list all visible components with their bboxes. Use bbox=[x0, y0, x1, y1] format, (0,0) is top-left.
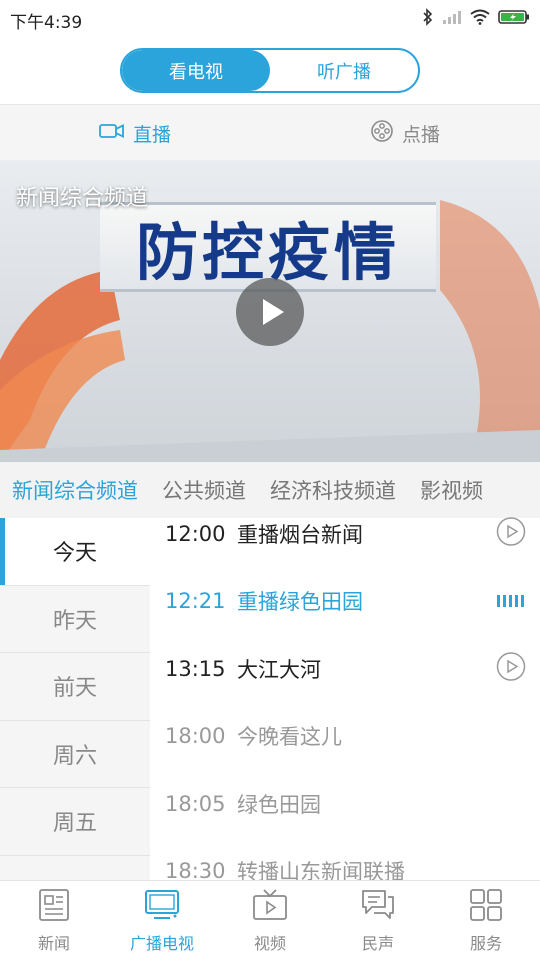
grid-icon bbox=[469, 888, 503, 926]
day-item-today[interactable]: 今天 bbox=[0, 518, 150, 586]
nav-broadcast-tv[interactable]: 广播电视 bbox=[108, 881, 216, 960]
replay-play-icon[interactable] bbox=[496, 651, 526, 686]
battery-icon bbox=[498, 9, 530, 25]
nav-video[interactable]: 视频 bbox=[216, 881, 324, 960]
program-list: 12:00 重播烟台新闻 12:21 重播绿色田园 13:15 大江大河 18:… bbox=[150, 500, 540, 880]
program-name: 今晚看这儿 bbox=[237, 725, 342, 750]
program-name: 重播绿色田园 bbox=[237, 590, 363, 615]
program-name: 绿色田园 bbox=[237, 792, 321, 817]
film-reel-icon bbox=[370, 119, 394, 148]
program-row-current[interactable]: 12:21 重播绿色田园 bbox=[150, 568, 540, 636]
program-time: 18:05 bbox=[165, 791, 226, 816]
tab-vod[interactable]: 点播 bbox=[270, 105, 540, 162]
tv-icon bbox=[144, 888, 180, 926]
program-name: 大江大河 bbox=[237, 657, 321, 682]
program-time: 18:30 bbox=[165, 859, 226, 880]
tab-live-label: 直播 bbox=[132, 124, 171, 146]
status-icons bbox=[422, 8, 530, 26]
video-icon bbox=[252, 888, 288, 926]
nav-services-label: 服务 bbox=[469, 933, 502, 953]
nav-broadcast-tv-label: 广播电视 bbox=[129, 933, 194, 953]
program-time: 12:21 bbox=[165, 589, 226, 614]
program-row[interactable]: 13:15 大江大河 bbox=[150, 635, 540, 703]
nav-public-voice[interactable]: 民声 bbox=[324, 881, 432, 960]
tab-live[interactable]: 直播 bbox=[0, 105, 270, 162]
tab-vod-label: 点播 bbox=[401, 124, 440, 146]
newspaper-icon bbox=[37, 888, 71, 926]
nav-services[interactable]: 服务 bbox=[432, 881, 540, 960]
play-icon bbox=[263, 299, 284, 325]
nav-video-label: 视频 bbox=[253, 933, 286, 953]
nav-public-voice-label: 民声 bbox=[361, 933, 394, 953]
day-item-yesterday[interactable]: 昨天 bbox=[0, 586, 150, 653]
wifi-icon bbox=[470, 9, 490, 25]
listen-radio-button[interactable]: 听广播 bbox=[270, 50, 418, 91]
bottom-nav: 新闻 广播电视 视频 民声 服务 bbox=[0, 880, 540, 960]
day-item-saturday[interactable]: 周六 bbox=[0, 721, 150, 788]
video-channel-title: 新闻综合频道 bbox=[16, 186, 149, 211]
program-row: 18:30 转播山东新闻联播 bbox=[150, 838, 540, 880]
program-row: 18:00 今晚看这儿 bbox=[150, 703, 540, 771]
program-name: 转播山东新闻联播 bbox=[237, 860, 405, 880]
chat-icon bbox=[360, 888, 396, 926]
day-item-friday[interactable]: 周五 bbox=[0, 788, 150, 856]
watch-tv-button[interactable]: 看电视 bbox=[122, 50, 270, 91]
signal-icon bbox=[442, 9, 462, 25]
program-time: 12:00 bbox=[165, 521, 226, 546]
mode-tabs: 直播 点播 bbox=[0, 104, 540, 162]
now-playing-icon bbox=[496, 589, 526, 613]
day-item-day-before[interactable]: 前天 bbox=[0, 653, 150, 721]
bluetooth-icon bbox=[422, 8, 434, 26]
program-time: 18:00 bbox=[165, 724, 226, 749]
program-time: 13:15 bbox=[165, 656, 226, 681]
day-list: 今天 昨天 前天 周六 周五 bbox=[0, 518, 150, 880]
tv-radio-switch: 看电视 听广播 bbox=[120, 48, 420, 93]
program-name: 重播烟台新闻 bbox=[237, 522, 363, 547]
program-row[interactable]: 12:00 重播烟台新闻 bbox=[150, 500, 540, 568]
nav-news-label: 新闻 bbox=[37, 933, 70, 953]
replay-play-icon[interactable] bbox=[496, 516, 526, 551]
status-bar: 下午4:39 bbox=[0, 0, 540, 36]
channel-tab-news[interactable]: 新闻综合频道 bbox=[0, 475, 150, 505]
camera-icon bbox=[99, 122, 125, 145]
program-row: 18:05 绿色田园 bbox=[150, 770, 540, 838]
nav-news[interactable]: 新闻 bbox=[0, 881, 108, 960]
status-time: 下午4:39 bbox=[10, 13, 83, 33]
play-button[interactable] bbox=[236, 278, 304, 346]
